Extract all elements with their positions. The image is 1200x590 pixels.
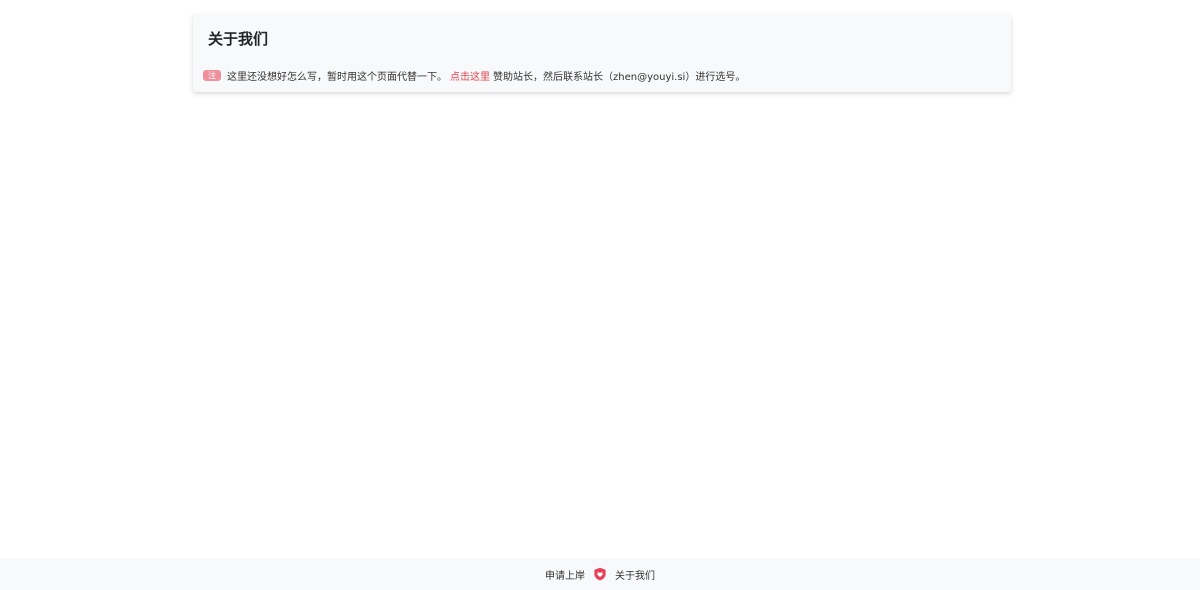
about-card: 关于我们 注 这里还没想好怎么写，暂时用这个页面代替一下。 点击这里 赞助站长，… [193,14,1011,92]
footer-link-about[interactable]: 关于我们 [615,567,655,582]
footer-link-apply[interactable]: 申请上岸 [545,567,585,582]
note-text-after: 赞助站长，然后联系站长（zhen@youyi.si）进行选号。 [493,71,746,83]
page-title: 关于我们 [208,30,269,48]
note-text-before: 这里还没想好怎么写，暂时用这个页面代替一下。 [227,71,447,83]
shield-heart-icon [593,567,607,581]
note-badge: 注 [203,69,221,81]
note-line: 注 这里还没想好怎么写，暂时用这个页面代替一下。 点击这里 赞助站长，然后联系站… [203,67,745,83]
sponsor-link[interactable]: 点击这里 [450,68,490,83]
footer: 申请上岸 关于我们 [0,558,1200,590]
